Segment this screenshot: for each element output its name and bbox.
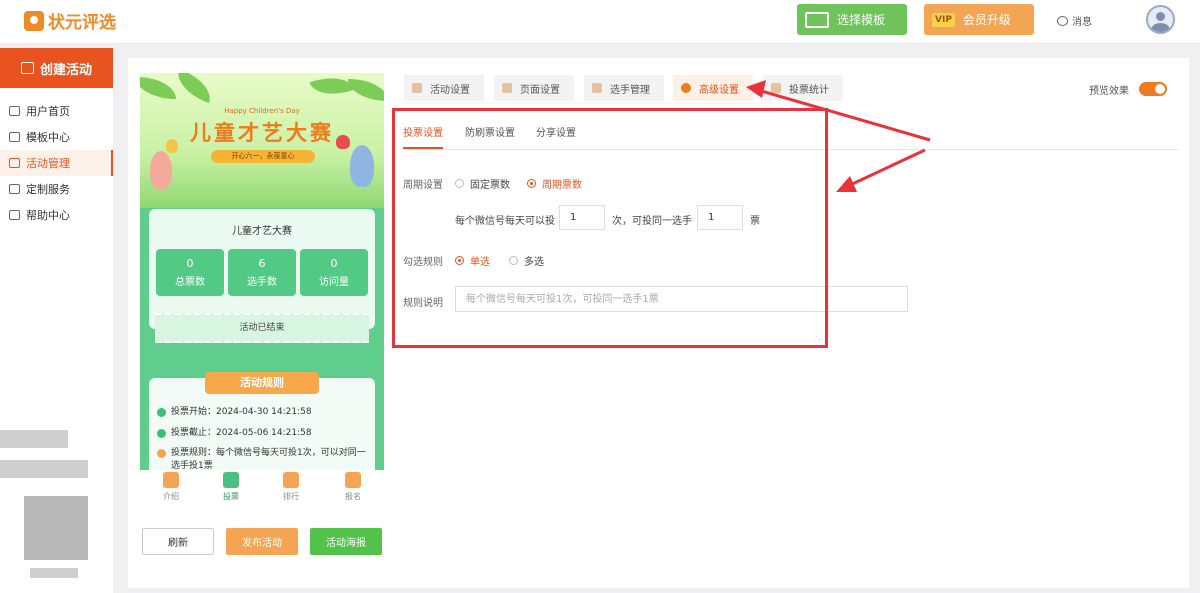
annotation-arrows bbox=[746, 80, 931, 192]
arrow-to-settings-box bbox=[836, 148, 926, 192]
arrow-to-advanced-tab bbox=[746, 80, 931, 142]
